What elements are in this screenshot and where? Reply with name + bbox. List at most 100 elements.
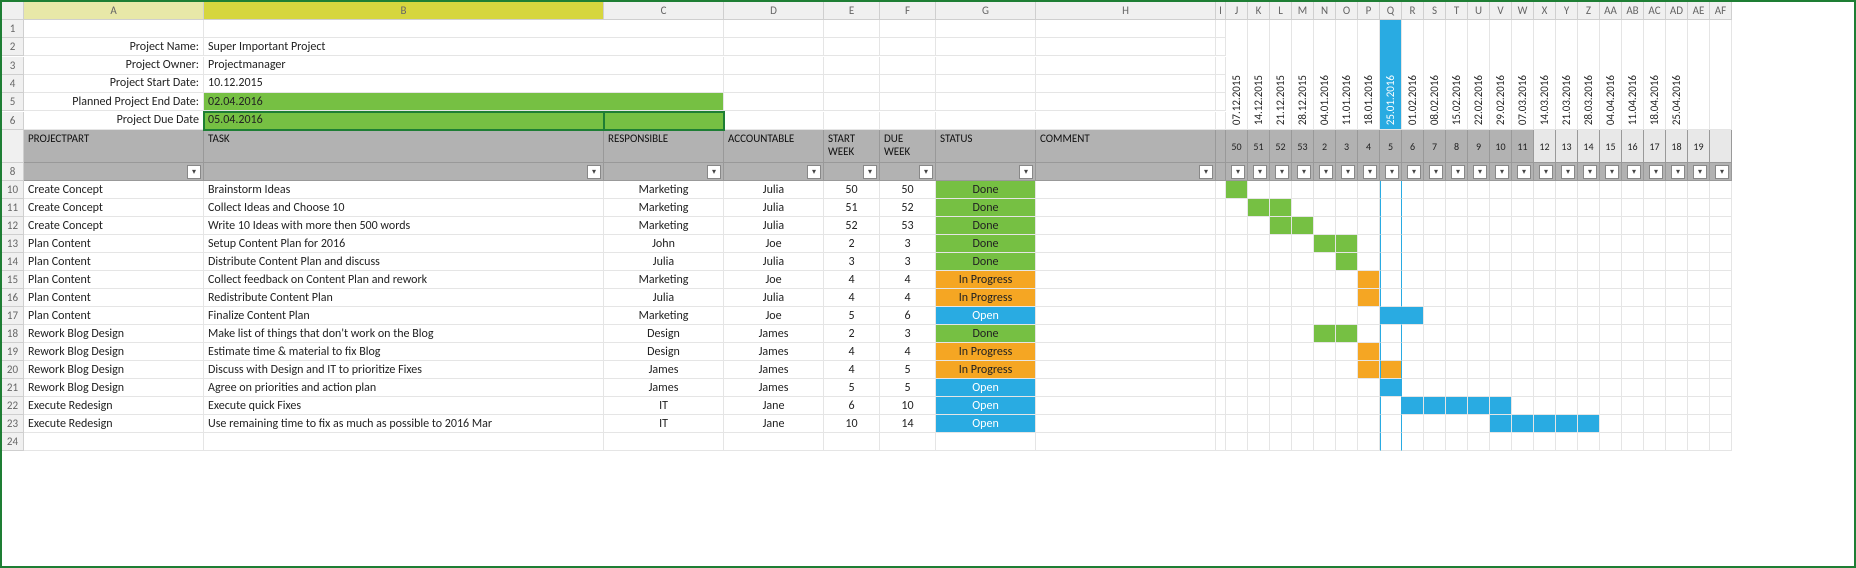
gantt-cell[interactable] [1336, 307, 1358, 325]
cell[interactable] [1216, 289, 1226, 307]
gantt-cell[interactable] [1446, 433, 1468, 451]
gantt-cell[interactable] [1666, 217, 1688, 235]
cell[interactable] [1036, 38, 1216, 56]
cell-startweek[interactable]: 6 [824, 397, 880, 415]
gantt-cell[interactable] [1248, 397, 1270, 415]
cell-task[interactable]: Write 10 Ideas with more then 500 words [204, 217, 604, 235]
cell[interactable] [824, 75, 880, 93]
gantt-cell[interactable] [1490, 271, 1512, 289]
gantt-cell[interactable] [1314, 343, 1336, 361]
cell-projectpart[interactable]: Plan Content [24, 253, 204, 271]
row-header[interactable]: 6 [2, 112, 24, 130]
cell[interactable] [604, 57, 724, 75]
cell-accountable[interactable] [724, 433, 824, 451]
gantt-cell[interactable] [1600, 307, 1622, 325]
gantt-cell[interactable] [1666, 253, 1688, 271]
gantt-cell[interactable] [1270, 433, 1292, 451]
gantt-cell[interactable] [1402, 199, 1424, 217]
gantt-cell[interactable] [1534, 217, 1556, 235]
cell-accountable[interactable]: Julia [724, 217, 824, 235]
gantt-cell[interactable] [1578, 253, 1600, 271]
cell-comment[interactable] [1036, 199, 1216, 217]
cell-comment[interactable] [1036, 343, 1216, 361]
cell-status[interactable]: In Progress [936, 343, 1036, 361]
cell-startweek[interactable]: 50 [824, 181, 880, 199]
gantt-cell[interactable] [1578, 199, 1600, 217]
gantt-cell[interactable] [1446, 397, 1468, 415]
gantt-cell[interactable] [1380, 325, 1402, 343]
gantt-cell[interactable] [1710, 199, 1732, 217]
cell-startweek[interactable]: 10 [824, 415, 880, 433]
cell[interactable] [1216, 112, 1226, 130]
cell-accountable[interactable]: Julia [724, 181, 824, 199]
gantt-cell[interactable] [1512, 397, 1534, 415]
gantt-cell[interactable] [1402, 217, 1424, 235]
gantt-cell[interactable] [1248, 307, 1270, 325]
gantt-cell[interactable] [1490, 325, 1512, 343]
cell[interactable] [1036, 57, 1216, 75]
gantt-cell[interactable] [1292, 343, 1314, 361]
gantt-cell[interactable] [1534, 325, 1556, 343]
cell-projectpart[interactable]: Rework Blog Design [24, 325, 204, 343]
row-header[interactable]: 8 [2, 163, 24, 181]
gantt-cell[interactable] [1314, 433, 1336, 451]
gantt-cell[interactable] [1512, 199, 1534, 217]
gantt-cell[interactable] [1292, 379, 1314, 397]
cell[interactable] [604, 75, 724, 93]
filter-button[interactable]: ▾ [1199, 165, 1213, 179]
gantt-cell[interactable] [1402, 271, 1424, 289]
gantt-cell[interactable] [1622, 415, 1644, 433]
cell-task[interactable]: Agree on priorities and action plan [204, 379, 604, 397]
gantt-cell[interactable] [1402, 343, 1424, 361]
row-header[interactable]: 5 [2, 93, 24, 111]
gantt-cell[interactable] [1270, 199, 1292, 217]
cell-status[interactable]: In Progress [936, 289, 1036, 307]
filter-button[interactable]: ▾ [1583, 165, 1597, 179]
column-header-F[interactable]: F [880, 2, 936, 20]
gantt-cell[interactable] [1688, 307, 1710, 325]
gantt-cell[interactable] [1336, 289, 1358, 307]
cell-accountable[interactable]: Julia [724, 289, 824, 307]
filter-button[interactable]: ▾ [1561, 165, 1575, 179]
column-header-E[interactable]: E [824, 2, 880, 20]
gantt-cell[interactable] [1314, 397, 1336, 415]
cell[interactable] [1036, 93, 1216, 111]
gantt-cell[interactable] [1534, 433, 1556, 451]
gantt-cell[interactable] [1336, 397, 1358, 415]
cell-dueweek[interactable]: 3 [880, 235, 936, 253]
filter-button[interactable]: ▾ [1671, 165, 1685, 179]
column-header-Y[interactable]: Y [1556, 2, 1578, 20]
gantt-cell[interactable] [1468, 415, 1490, 433]
gantt-cell[interactable] [1666, 415, 1688, 433]
gantt-cell[interactable] [1336, 253, 1358, 271]
column-header-N[interactable]: N [1314, 2, 1336, 20]
column-header-R[interactable]: R [1402, 2, 1424, 20]
gantt-cell[interactable] [1248, 271, 1270, 289]
gantt-cell[interactable] [1336, 379, 1358, 397]
cell[interactable] [1216, 20, 1226, 38]
gantt-cell[interactable] [1512, 217, 1534, 235]
gantt-cell[interactable] [1556, 307, 1578, 325]
gantt-cell[interactable] [1270, 397, 1292, 415]
column-header-B[interactable]: B [204, 2, 604, 20]
cell-responsible[interactable]: IT [604, 397, 724, 415]
cell-dueweek[interactable]: 3 [880, 325, 936, 343]
gantt-cell[interactable] [1446, 325, 1468, 343]
column-header-P[interactable]: P [1358, 2, 1380, 20]
gantt-cell[interactable] [1534, 361, 1556, 379]
cell-task[interactable]: Collect Ideas and Choose 10 [204, 199, 604, 217]
gantt-cell[interactable] [1468, 181, 1490, 199]
gantt-cell[interactable] [1644, 343, 1666, 361]
gantt-cell[interactable] [1292, 217, 1314, 235]
row-header[interactable]: 3 [2, 57, 24, 75]
column-header-L[interactable]: L [1270, 2, 1292, 20]
cell[interactable] [1216, 181, 1226, 199]
cell-comment[interactable] [1036, 379, 1216, 397]
gantt-cell[interactable] [1512, 235, 1534, 253]
gantt-cell[interactable] [1556, 433, 1578, 451]
gantt-cell[interactable] [1556, 217, 1578, 235]
gantt-cell[interactable] [1600, 397, 1622, 415]
cell[interactable] [724, 75, 824, 93]
cell-dueweek[interactable]: 10 [880, 397, 936, 415]
gantt-cell[interactable] [1446, 415, 1468, 433]
